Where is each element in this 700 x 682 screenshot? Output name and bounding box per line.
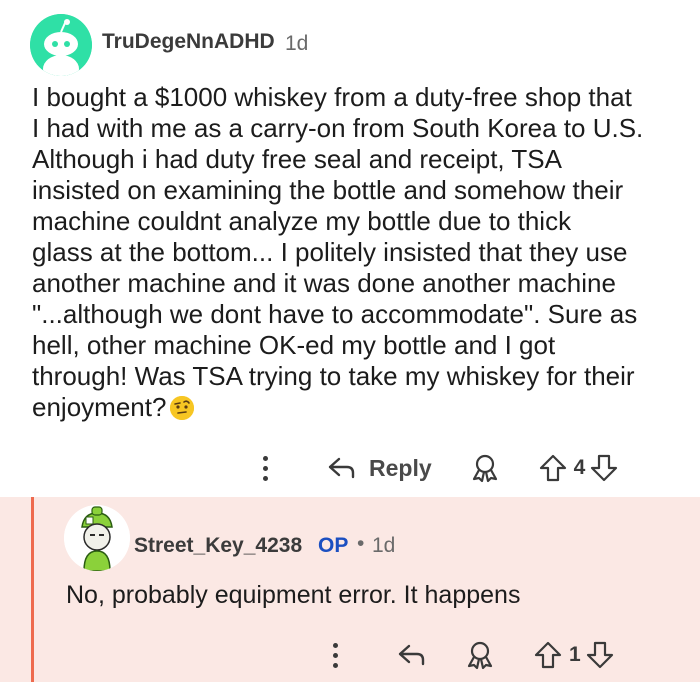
comment-actions: 1 [325, 635, 615, 675]
thread-line[interactable] [31, 497, 34, 682]
comment-text-line-last: enjoyment? [32, 392, 682, 423]
timestamp: 1d [372, 534, 396, 557]
comment-text-line: through! Was TSA trying to take my whisk… [32, 361, 635, 391]
username[interactable]: TruDegeNnADHD [102, 30, 275, 54]
op-badge: OP [318, 534, 349, 557]
more-options-button[interactable] [255, 450, 275, 486]
separator: • [357, 532, 365, 555]
vote-count: 4 [573, 456, 586, 479]
raised-eyebrow-emoji-icon [170, 396, 195, 420]
avatar[interactable] [64, 505, 130, 571]
comment-2-reply: Street_Key_4238 OP • 1d No, probably equ… [0, 497, 700, 682]
comment-actions: Reply 4 [255, 448, 619, 488]
comment-text-line: another machine and it was done another … [32, 268, 616, 298]
comment-text-line: I bought a $1000 whiskey from a duty-fre… [32, 82, 632, 112]
downvote-icon[interactable] [589, 453, 619, 483]
reply-icon[interactable] [397, 642, 427, 668]
username[interactable]: Street_Key_4238 [134, 534, 302, 558]
upvote-icon[interactable] [538, 453, 568, 483]
comment-body: I bought a $1000 whiskey from a duty-fre… [32, 82, 682, 423]
comment-text-fragment: enjoyment? [32, 392, 167, 422]
comment-text-line: hell, other machine OK-ed my bottle and … [32, 330, 556, 360]
comment-text-line: glass at the bottom... I politely insist… [32, 237, 628, 267]
upvote-icon[interactable] [533, 640, 563, 670]
award-icon[interactable] [465, 640, 495, 670]
comment-text-line: Although i had duty free seal and receip… [32, 144, 562, 174]
downvote-icon[interactable] [585, 640, 615, 670]
comment-1: TruDegeNnADHD 1d I bought a $1000 whiske… [0, 0, 700, 497]
comment-text-line: machine couldnt analyze my bottle due to… [32, 206, 572, 236]
comment-text-line: insisted on examining the bottle and som… [32, 175, 624, 205]
reply-button[interactable]: Reply [369, 455, 432, 482]
avatar[interactable] [30, 14, 92, 76]
timestamp: 1d [285, 32, 309, 55]
vote-count: 1 [569, 643, 581, 666]
comment-text-line: I had with me as a carry-on from South K… [32, 113, 644, 143]
comment-body: No, probably equipment error. It happens [66, 581, 521, 609]
award-icon[interactable] [470, 453, 500, 483]
comment-text-line: "...although we dont have to accommodate… [32, 299, 638, 329]
reply-icon[interactable] [327, 455, 357, 481]
more-options-button[interactable] [325, 637, 345, 673]
